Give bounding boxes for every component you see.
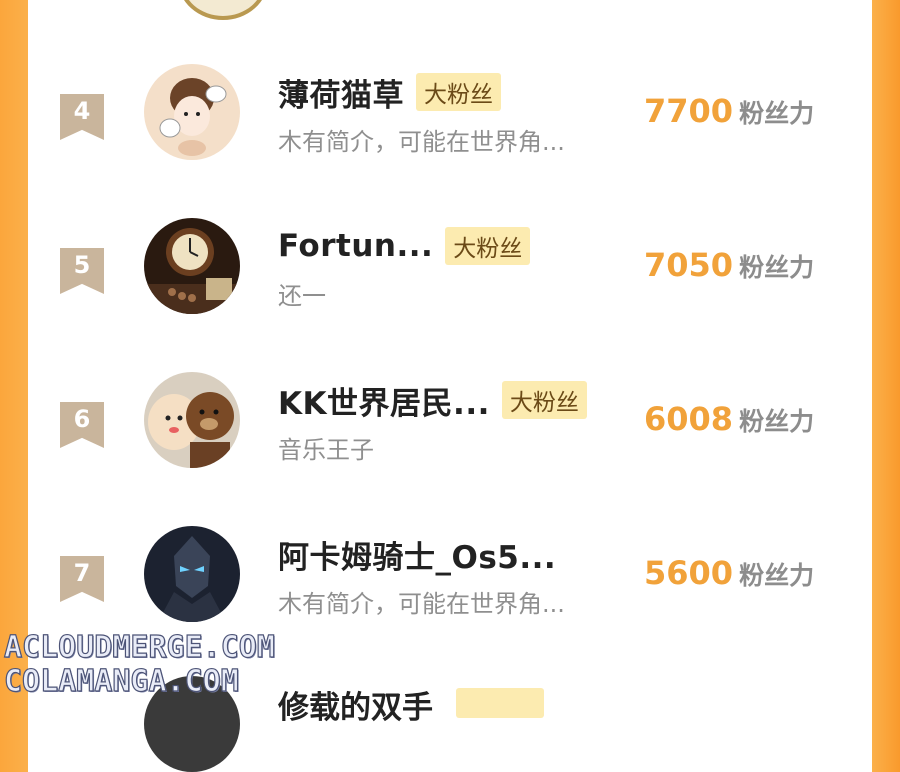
ranking-panel: 4 薄荷猫草 大粉丝 木有简介，可能在世界角... 7700 粉丝力 5 For… bbox=[28, 0, 872, 772]
ranking-row[interactable]: 4 薄荷猫草 大粉丝 木有简介，可能在世界角... 7700 粉丝力 bbox=[28, 64, 872, 194]
user-name[interactable]: KK世界居民... bbox=[278, 378, 490, 423]
rank-tag: 4 bbox=[60, 94, 104, 140]
avatar[interactable] bbox=[178, 0, 268, 20]
site-watermark: ACLOUDMERGE.COM bbox=[3, 629, 275, 665]
fan-power-value: 7700 bbox=[644, 92, 734, 130]
fan-power: 7050 粉丝力 bbox=[644, 246, 814, 284]
user-intro: 音乐王子 bbox=[278, 436, 374, 464]
site-watermark: COLAMANGA.COM bbox=[3, 663, 239, 699]
user-intro: 还一 bbox=[278, 282, 326, 310]
fan-power: 7700 粉丝力 bbox=[644, 92, 814, 130]
user-intro: 木有简介，可能在世界角... bbox=[278, 590, 565, 618]
rank-tag: 5 bbox=[60, 248, 104, 294]
fan-power: 5600 粉丝力 bbox=[644, 554, 814, 592]
user-name[interactable]: Fortun... bbox=[278, 228, 433, 264]
fan-power-unit: 粉丝力 bbox=[739, 407, 815, 436]
ranking-row[interactable]: 6 KK世界居民... 大粉丝 音乐王子 6008 粉丝力 bbox=[28, 372, 872, 502]
rank-tag: 7 bbox=[60, 556, 104, 602]
clock-avatar[interactable] bbox=[144, 218, 240, 314]
user-name[interactable]: 阿卡姆骑士_Os5... bbox=[278, 532, 556, 577]
user-name[interactable]: 薄荷猫草 bbox=[278, 70, 404, 115]
plush-bears-avatar[interactable] bbox=[144, 372, 240, 468]
user-intro: 木有简介，可能在世界角... bbox=[278, 128, 565, 156]
cartoon-girl-avatar[interactable] bbox=[144, 64, 240, 160]
fan-power-value: 7050 bbox=[644, 246, 734, 284]
fan-level-badge: 大粉丝 bbox=[445, 227, 531, 265]
armored-knight-avatar[interactable] bbox=[144, 526, 240, 622]
rank-tag: 6 bbox=[60, 402, 104, 448]
fan-power-value: 5600 bbox=[644, 554, 734, 592]
fan-power-unit: 粉丝力 bbox=[739, 99, 815, 128]
user-name[interactable]: 修载的双手 bbox=[278, 682, 433, 727]
fan-power-value: 6008 bbox=[644, 400, 734, 438]
fan-level-badge bbox=[456, 688, 544, 718]
fan-power-unit: 粉丝力 bbox=[739, 253, 815, 282]
fan-level-badge: 大粉丝 bbox=[501, 381, 587, 419]
fan-level-badge: 大粉丝 bbox=[416, 73, 501, 111]
fan-power-unit: 粉丝力 bbox=[739, 561, 815, 590]
fan-power: 6008 粉丝力 bbox=[644, 400, 814, 438]
ranking-row[interactable]: 5 Fortun... 大粉丝 还一 7050 粉丝力 bbox=[28, 218, 872, 348]
